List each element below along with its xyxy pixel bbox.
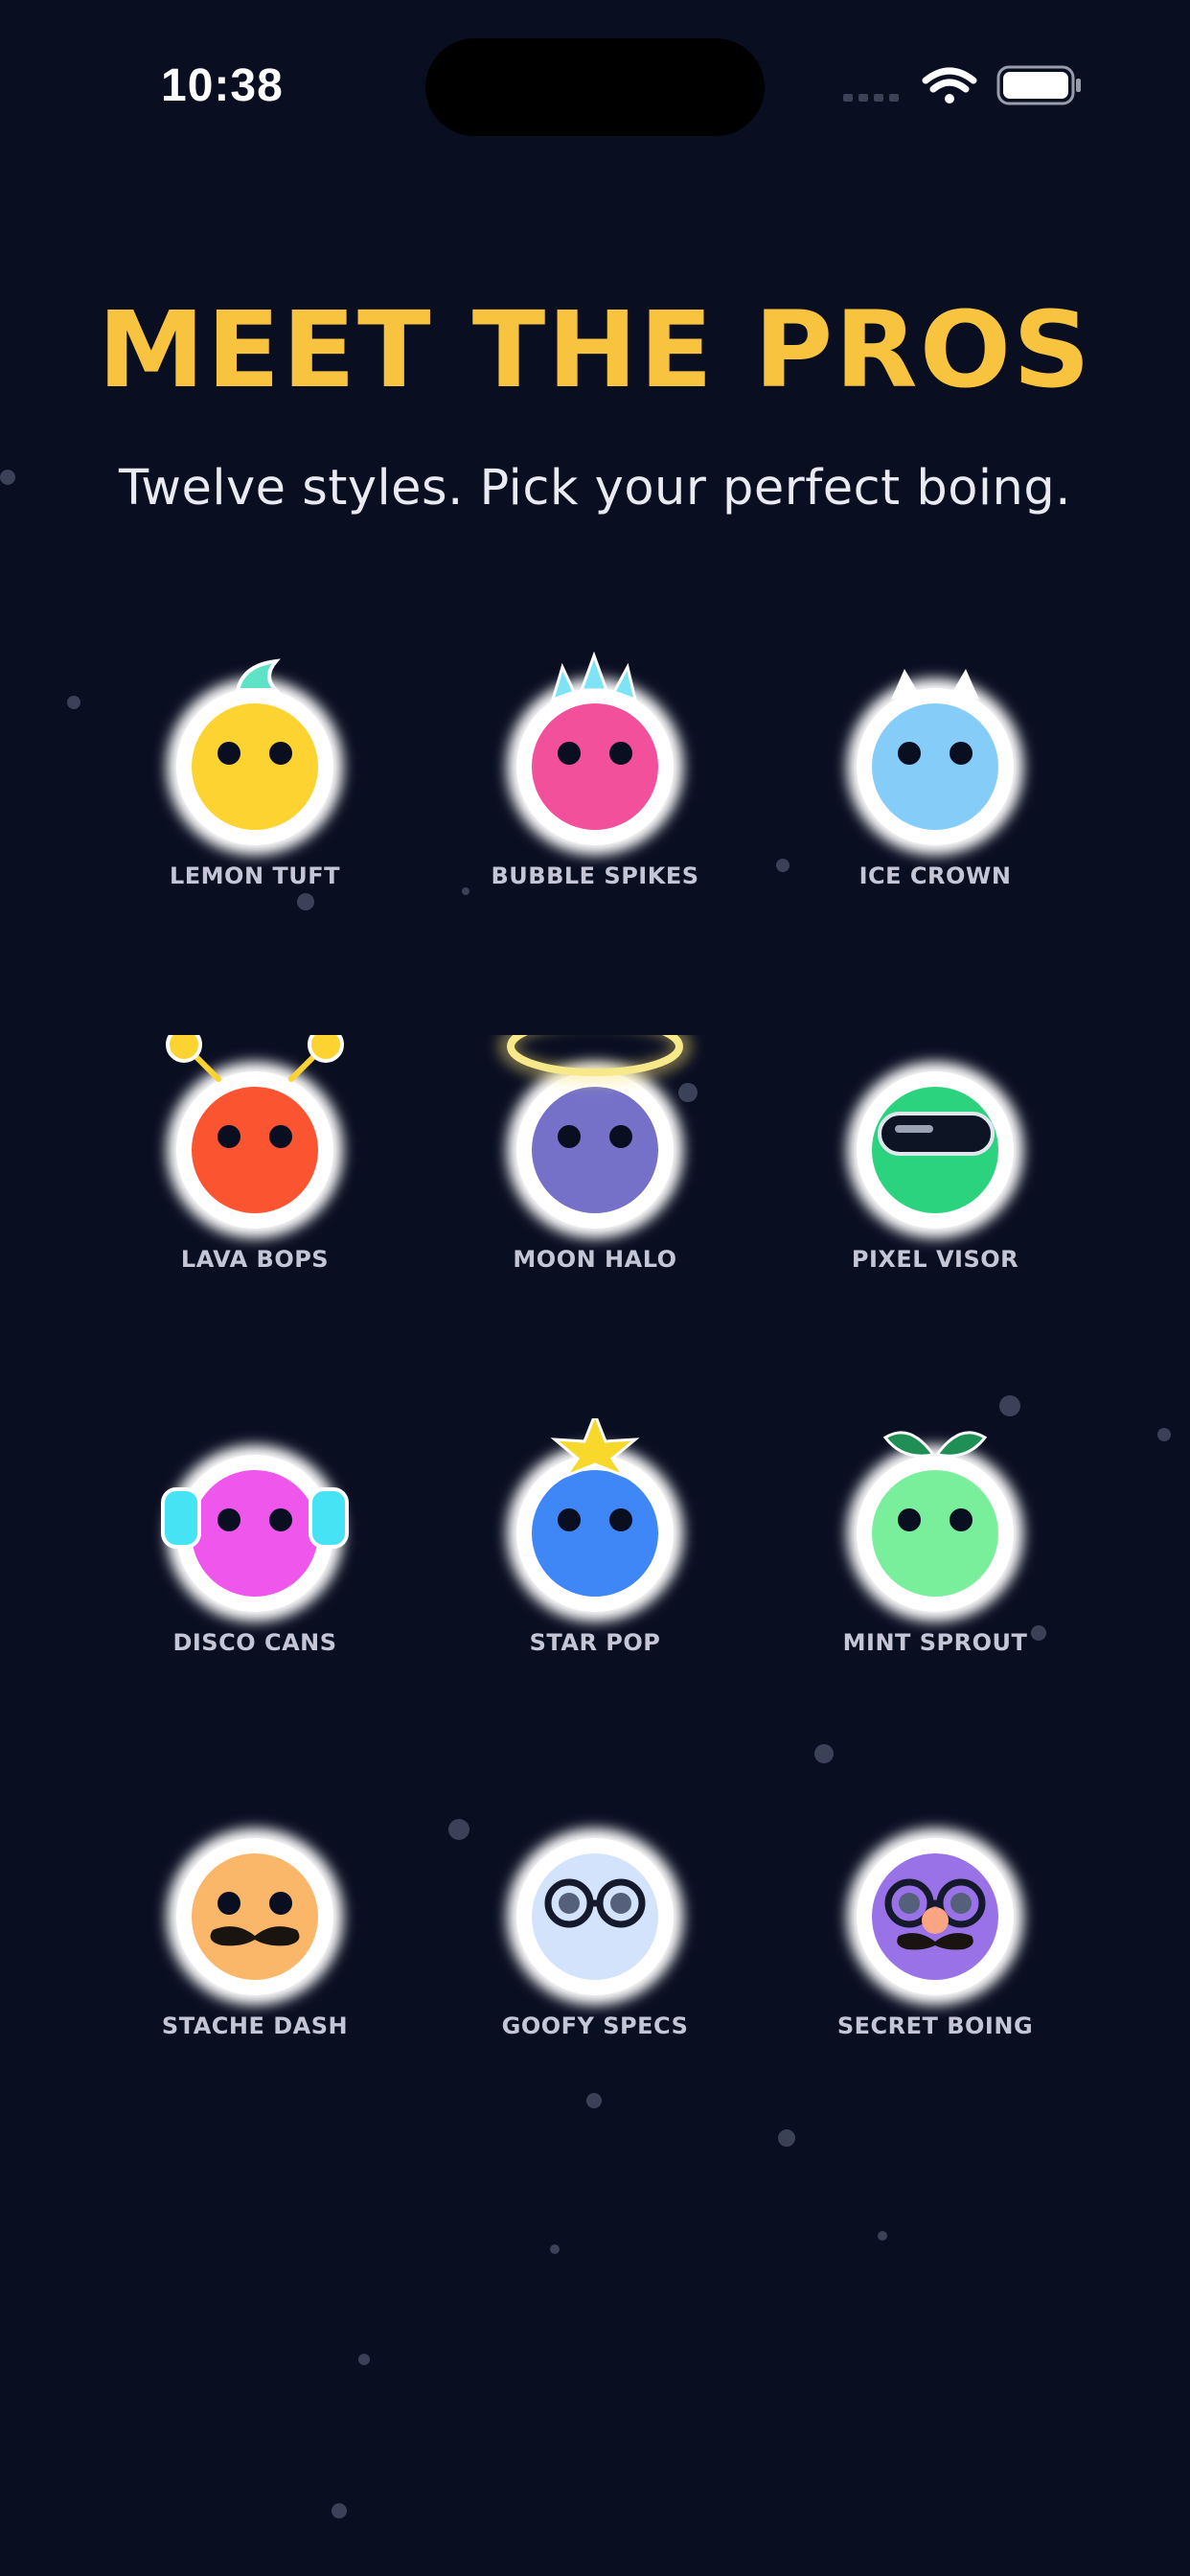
character-card-ice-crown[interactable]: ICE CROWN [811,652,1060,968]
cellular-signal-icon [843,94,899,102]
character-body [532,1087,658,1213]
character-body [192,703,318,830]
character-card-pixel-visor[interactable]: PIXEL VISOR [811,1035,1060,1351]
halo-icon [498,1035,692,1084]
character-card-disco-cans[interactable]: DISCO CANS [130,1418,379,1735]
status-bar: 10:38 [0,0,1190,144]
character-name: PIXEL VISOR [851,1246,1019,1273]
character-name: MOON HALO [513,1246,677,1273]
character-body [192,1853,318,1980]
bg-dot [550,2244,560,2254]
bg-dot [814,1744,834,1763]
wifi-icon [922,67,977,104]
bg-dot [999,1395,1020,1416]
character-name: MINT SPROUT [842,1629,1028,1656]
bg-dot [0,470,15,485]
visor-icon [878,1112,995,1156]
character-name: BUBBLE SPIKES [491,862,699,889]
bg-dot [358,2354,370,2365]
character-name: DISCO CANS [172,1629,337,1656]
character-body [532,703,658,830]
status-icons [843,65,1081,105]
character-card-secret-boing[interactable]: SECRET BOING [811,1802,1060,2118]
dynamic-island [425,38,765,136]
character-card-mint-sprout[interactable]: MINT SPROUT [811,1418,1060,1735]
battery-icon [996,65,1081,105]
character-name: GOOFY SPECS [501,2012,689,2039]
character-card-goofy-specs[interactable]: GOOFY SPECS [470,1802,720,2118]
page-subtitle: Twelve styles. Pick your perfect boing. [119,460,1071,517]
character-card-lava-bops[interactable]: LAVA BOPS [130,1035,379,1351]
character-body [532,1470,658,1597]
character-card-moon-halo[interactable]: MOON HALO [470,1035,720,1351]
character-body [872,703,998,830]
character-body [192,1470,318,1597]
page-title: MEET THE PROS [97,288,1093,411]
character-card-bubble-spikes[interactable]: BUBBLE SPIKES [470,652,720,968]
status-time: 10:38 [161,60,284,111]
character-name: LEMON TUFT [169,862,341,889]
character-name: LAVA BOPS [180,1246,330,1273]
tuft-icon [235,658,281,692]
bg-dot [778,2129,795,2147]
character-card-star-pop[interactable]: STAR POP [470,1418,720,1735]
character-body [192,1087,318,1213]
character-card-lemon-tuft[interactable]: LEMON TUFT [130,652,379,968]
bg-dot [448,1819,469,1840]
character-card-stache-dash[interactable]: STACHE DASH [130,1802,379,2118]
bg-dot [1157,1428,1171,1441]
bg-dot [332,2503,347,2518]
bg-dot [67,696,80,709]
character-name: ICE CROWN [858,862,1012,889]
character-body [872,1470,998,1597]
character-name: STACHE DASH [161,2012,349,2039]
character-name: SECRET BOING [836,2012,1034,2039]
bg-dot [878,2231,887,2241]
character-name: STAR POP [529,1629,661,1656]
